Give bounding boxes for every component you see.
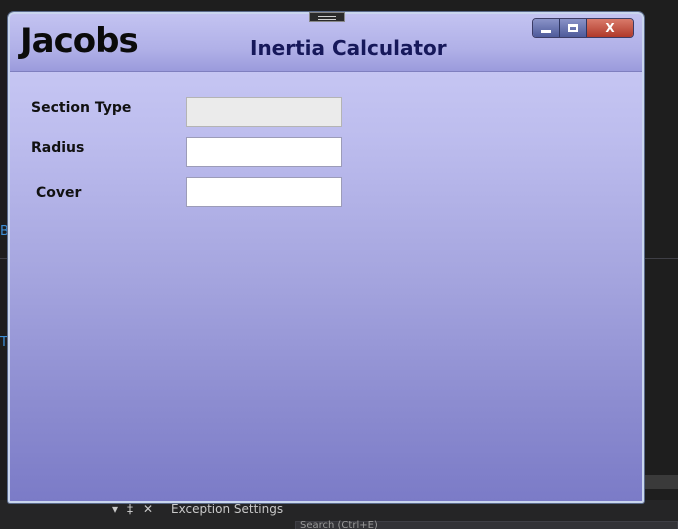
close-panel-icon[interactable]: ✕ — [143, 502, 153, 516]
window-drag-grip[interactable] — [309, 12, 345, 22]
inertia-calculator-window: Jacobs Inertia Calculator X Section Type… — [8, 12, 644, 503]
close-button[interactable]: X — [587, 19, 633, 37]
exception-settings-title: Exception Settings — [171, 502, 284, 516]
window-title: Inertia Calculator — [250, 36, 447, 60]
section-type-field[interactable] — [186, 97, 342, 127]
jacobs-logo: Jacobs — [20, 21, 139, 61]
ide-search-placeholder: Search (Ctrl+E) — [300, 520, 378, 529]
ide-left-hint-2: T — [0, 335, 8, 350]
ide-right-strip — [645, 475, 678, 489]
minimize-icon — [541, 29, 551, 33]
section-type-label: Section Type — [31, 100, 132, 116]
pin-icon[interactable]: ‡ — [127, 502, 133, 516]
window-titlebar[interactable]: Jacobs Inertia Calculator X — [10, 14, 642, 72]
minimize-button[interactable] — [533, 19, 560, 37]
dropdown-arrow-icon[interactable]: ▾ — [112, 502, 118, 516]
close-icon: X — [605, 21, 615, 35]
cover-field[interactable] — [186, 177, 342, 207]
maximize-button[interactable] — [560, 19, 587, 37]
radius-field[interactable] — [186, 137, 342, 167]
window-controls: X — [532, 18, 634, 38]
cover-label: Cover — [36, 185, 82, 201]
maximize-icon — [568, 24, 578, 32]
radius-label: Radius — [31, 140, 85, 156]
